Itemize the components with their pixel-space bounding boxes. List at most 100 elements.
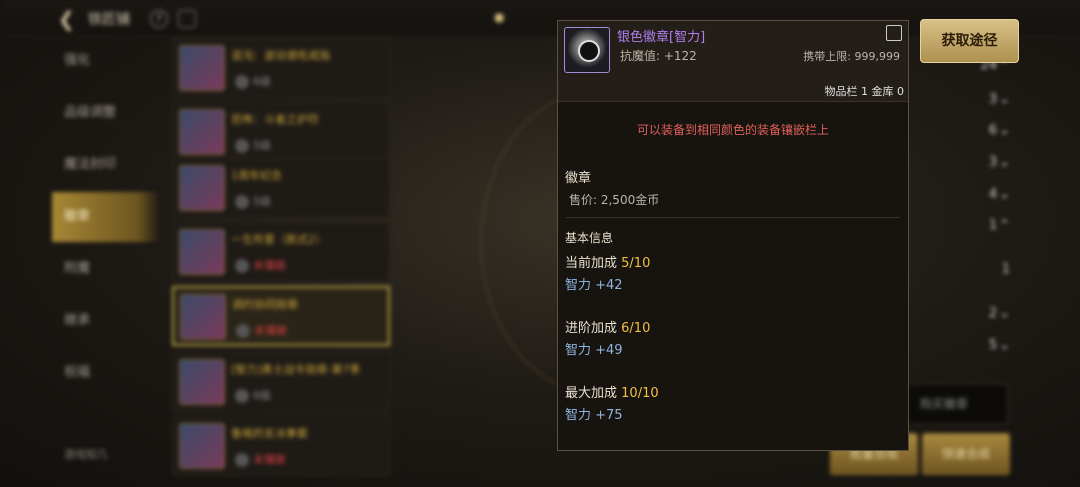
- back-arrow-icon[interactable]: ❮: [58, 7, 75, 31]
- item-category: 徽章: [565, 171, 592, 186]
- item-level: 未镶嵌: [236, 322, 287, 338]
- sidebar-item-label: 徽章: [64, 209, 91, 224]
- item-tooltip: 银色徽章[智力] 抗魔值: +122 携带上限: 999,999 物品栏 1 金…: [557, 20, 909, 451]
- help-footer[interactable]: 游戏知几: [64, 446, 108, 462]
- item-icon: [179, 109, 225, 155]
- max-stat: 智力 +75: [565, 408, 623, 423]
- count-row[interactable]: 1: [1002, 262, 1010, 277]
- sidebar-item-bless[interactable]: 祝福: [52, 348, 160, 398]
- divider: [558, 101, 908, 102]
- sidebar: 强化 品级调整 魔法封印 徽章 附魔 继承 祝福: [52, 36, 162, 487]
- item-icon: [179, 423, 225, 469]
- empty-slot-icon: [236, 324, 250, 338]
- empty-slot-icon: [235, 259, 249, 273]
- count-value: 1: [988, 218, 998, 233]
- sidebar-item-inherit[interactable]: 继承: [52, 296, 160, 346]
- gem-icon: [235, 139, 249, 153]
- sidebar-item-label: 魔法封印: [64, 157, 117, 172]
- carry-limit: 携带上限: 999,999: [803, 50, 900, 63]
- sidebar-item-label: 祝福: [64, 365, 91, 380]
- item-level: 未镶嵌: [235, 257, 286, 273]
- count-value: 1: [1001, 262, 1010, 277]
- advanced-bonus: 进阶加成 6/10: [565, 317, 650, 336]
- item-sub: 5级: [253, 195, 271, 208]
- count-value: 6: [988, 123, 998, 138]
- sidebar-item-seal[interactable]: 魔法封印: [52, 140, 160, 190]
- page-title: 铁匠铺: [88, 12, 130, 28]
- list-item[interactable]: [智力]勇士战令勋章-第7季 6级: [172, 352, 390, 412]
- gem-icon: [235, 389, 249, 403]
- item-sub: 6级: [253, 389, 271, 402]
- list-item[interactable]: 1周年纪念 5级: [172, 158, 390, 218]
- count-value: 5: [988, 338, 998, 353]
- chevron-down-icon: ⌄: [999, 155, 1010, 170]
- sidebar-item-enchant[interactable]: 附魔: [52, 244, 160, 294]
- item-sub: 未镶嵌: [254, 324, 287, 337]
- count-value: 3: [988, 92, 998, 107]
- item-name: 银色徽章[智力]: [617, 30, 706, 45]
- item-icon: [179, 165, 225, 211]
- count-row[interactable]: 6 ⌄: [989, 123, 1010, 138]
- count-row[interactable]: 1 ⌃: [989, 218, 1010, 233]
- gem-icon: [235, 195, 249, 209]
- item-icon: [180, 294, 226, 340]
- item-level: 5级: [235, 137, 271, 153]
- item-level: 6级: [235, 73, 271, 89]
- share-icon[interactable]: [886, 25, 902, 41]
- count-row[interactable]: 5 ⌄: [989, 338, 1010, 353]
- list-item[interactable]: 混沌：波动谱吼戒指 6级: [172, 38, 390, 98]
- current-bonus-label: 当前加成: [565, 256, 618, 271]
- sidebar-item-label: 品级调整: [64, 105, 117, 120]
- max-bonus-label: 最大加成: [565, 386, 618, 401]
- sell-price: 售价: 2,500金币: [569, 193, 660, 207]
- current-bonus: 当前加成 5/10: [565, 252, 650, 271]
- list-item-selected[interactable]: 调约协同勋章 未镶嵌: [172, 286, 390, 346]
- currency-icon: ●: [494, 10, 505, 24]
- item-icon: [179, 359, 225, 405]
- quick-synth-button[interactable]: 快速合成: [922, 433, 1010, 475]
- top-bar: ❮ 铁匠铺 ? ●: [0, 0, 1080, 37]
- item-name: 混沌：波动谱吼戒指: [231, 49, 330, 62]
- item-sub: 6级: [253, 75, 271, 88]
- empty-slot-icon: [235, 453, 249, 467]
- current-bonus-value: 5/10: [621, 256, 651, 271]
- count-row[interactable]: 3 ⌄: [989, 92, 1010, 107]
- count-row[interactable]: 4 ⌄: [989, 187, 1010, 202]
- sidebar-item-enhance[interactable]: 强化: [52, 36, 160, 86]
- item-sub: 5级: [253, 139, 271, 152]
- max-bonus-value: 10/10: [621, 386, 659, 401]
- sidebar-item-badge[interactable]: 徽章: [52, 192, 160, 242]
- tooltip-header: 银色徽章[智力] 抗魔值: +122 携带上限: 999,999 物品栏 1 金…: [558, 21, 908, 101]
- item-name: 一生所爱（款式2）: [231, 233, 326, 246]
- item-name: 1周年纪念: [231, 169, 282, 182]
- count-row[interactable]: 2 ⌄: [989, 306, 1010, 321]
- stock-count: 物品栏 1 金库 0: [824, 85, 905, 98]
- item-name: 调约协同勋章: [232, 298, 298, 311]
- item-name: [智力]勇士战令勋章-第7季: [231, 363, 361, 376]
- chevron-down-icon: ⌄: [999, 187, 1010, 202]
- list-item[interactable]: 一生所爱（款式2） 未镶嵌: [172, 222, 390, 282]
- item-level: 6级: [235, 387, 271, 403]
- count-value: 3: [988, 155, 998, 170]
- sidebar-item-grade[interactable]: 品级调整: [52, 88, 160, 138]
- max-bonus: 最大加成 10/10: [565, 382, 659, 401]
- chevron-up-icon: ⌃: [999, 218, 1010, 233]
- list-item[interactable]: 恐怖：斗者之护符 5级: [172, 102, 390, 162]
- advanced-bonus-label: 进阶加成: [565, 321, 618, 336]
- count-row[interactable]: 3 ⌄: [989, 155, 1010, 170]
- silver-badge-icon: [564, 27, 610, 73]
- item-name: 鲁格的玄冰拳套: [231, 427, 308, 440]
- item-icon: [179, 229, 225, 275]
- current-stat: 智力 +42: [565, 278, 623, 293]
- help-icon[interactable]: ?: [150, 10, 168, 28]
- socket-warning: 可以装备到相同颜色的装备镶嵌栏上: [636, 123, 829, 137]
- item-list: 混沌：波动谱吼戒指 6级 恐怖：斗者之护符 5级 1周年纪念 5级 一生所爱（款…: [172, 36, 394, 487]
- chevron-down-icon: ⌄: [999, 338, 1010, 353]
- sidebar-item-label: 附魔: [64, 261, 91, 276]
- badge-emblem-icon: [578, 40, 600, 62]
- list-item[interactable]: 鲁格的玄冰拳套 未镶嵌: [172, 416, 390, 476]
- advanced-bonus-value: 6/10: [621, 321, 651, 336]
- info-icon[interactable]: [178, 10, 196, 28]
- get-path-button[interactable]: 获取途径: [920, 19, 1019, 63]
- magic-resist: 抗魔值: +122: [620, 49, 697, 63]
